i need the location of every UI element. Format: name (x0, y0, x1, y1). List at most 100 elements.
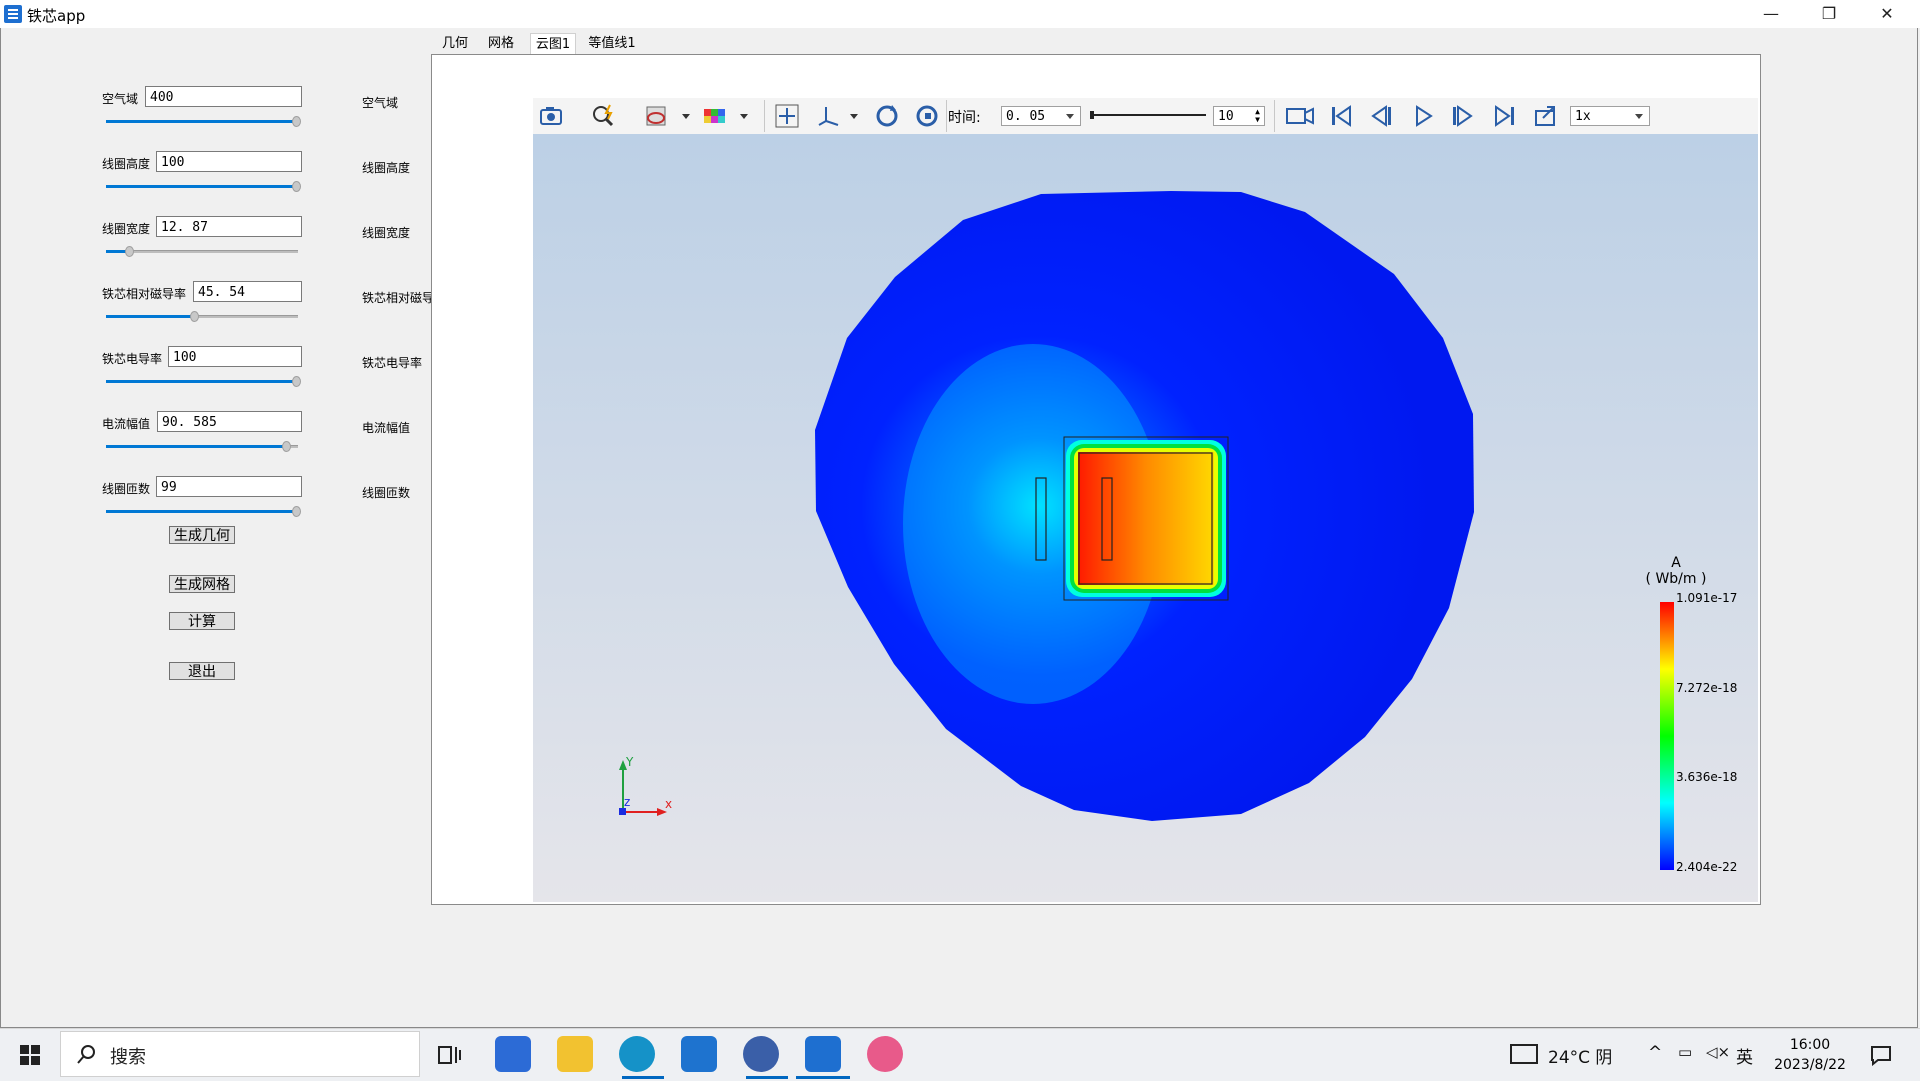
app-icon (4, 5, 22, 23)
pan-icon[interactable] (774, 103, 800, 129)
param-display-label: 空气域 (362, 96, 399, 110)
param-display-label: 线圈高度 (362, 161, 411, 175)
camera-icon[interactable] (538, 103, 564, 129)
view-options-icon[interactable] (644, 103, 670, 129)
tab-isoline[interactable]: 等值线1 (586, 33, 638, 54)
param-input[interactable]: 400 (145, 86, 302, 107)
mail-app-icon[interactable] (681, 1036, 717, 1072)
param-label: 线圈高度 (102, 157, 151, 171)
swirl-active-indicator (746, 1076, 788, 1079)
param-input[interactable]: 100 (156, 151, 302, 172)
param-display-label: 电流幅值 (362, 421, 411, 435)
color-grid-icon[interactable] (702, 103, 728, 129)
param-input[interactable]: 90. 585 (157, 411, 302, 432)
param-label: 线圈匝数 (102, 482, 151, 496)
last-frame-icon[interactable] (1492, 103, 1518, 129)
spin-arrows-icon[interactable]: ▲ ▼ (1255, 108, 1260, 124)
export-icon[interactable] (1533, 103, 1559, 129)
prev-frame-icon[interactable] (1368, 103, 1394, 129)
param-slider[interactable] (106, 311, 298, 322)
chevron-down-icon (1066, 114, 1074, 119)
toolbar-separator (764, 100, 765, 132)
axis-y-label: Y (625, 755, 634, 769)
generate-geometry-button[interactable]: 生成几何 (169, 526, 235, 544)
ime-indicator[interactable]: 英 (1736, 1043, 1753, 1068)
network-icon[interactable]: ▭ (1678, 1043, 1692, 1061)
file-explorer-icon[interactable] (557, 1036, 593, 1072)
axis-x-label: x (665, 797, 672, 811)
colorbar-tick-min: 2.404e-22 (1676, 860, 1738, 874)
param-slider[interactable] (106, 441, 298, 452)
paint-app-icon[interactable] (867, 1036, 903, 1072)
time-select-value: 0. 05 (1006, 109, 1046, 124)
compute-button[interactable]: 计算 (169, 612, 235, 630)
param-input[interactable]: 45. 54 (193, 281, 302, 302)
axis-z-label: z (624, 795, 630, 809)
speed-select[interactable]: 1x (1570, 106, 1650, 126)
param-slider[interactable] (106, 376, 302, 387)
param-input[interactable]: 100 (168, 346, 302, 367)
colorbar (1660, 602, 1674, 870)
chevron-down-icon[interactable] (682, 114, 690, 119)
tab-geometry[interactable]: 几何 (438, 33, 472, 54)
tray-chevron-up-icon[interactable]: ^ (1648, 1043, 1662, 1063)
time-label: 时间: (948, 110, 981, 126)
chevron-down-icon (1635, 114, 1643, 119)
param-slider[interactable] (106, 246, 298, 257)
notification-icon[interactable] (1870, 1044, 1892, 1070)
generate-mesh-button[interactable]: 生成网格 (169, 575, 235, 593)
task-view-icon[interactable] (438, 1044, 462, 1070)
param-slider[interactable] (106, 181, 302, 192)
param-slider-fill (106, 510, 297, 513)
tab-mesh[interactable]: 网格 (484, 33, 518, 54)
taskbar-clock[interactable]: 16:00 2023/8/22 (1770, 1035, 1850, 1075)
chevron-down-icon[interactable] (740, 114, 748, 119)
time-select[interactable]: 0. 05 (1001, 106, 1081, 126)
param-label: 电流幅值 (102, 417, 151, 431)
frame-spinbox[interactable]: 10 ▲ ▼ (1213, 106, 1265, 126)
weather-text[interactable]: 24°C 阴 (1548, 1043, 1612, 1068)
frame-slider-handle[interactable] (1090, 111, 1094, 119)
axes-icon[interactable] (816, 103, 842, 129)
param-label: 铁芯相对磁导率 (102, 287, 187, 301)
next-frame-icon[interactable] (1450, 103, 1476, 129)
iron-core (1063, 436, 1229, 601)
param-display-label: 线圈宽度 (362, 226, 411, 240)
exit-button[interactable]: 退出 (169, 662, 235, 680)
zoom-fit-icon[interactable] (590, 103, 616, 129)
param-slider[interactable] (106, 116, 302, 127)
clock-date: 2023/8/22 (1774, 1057, 1846, 1073)
restore-button[interactable]: ❐ (1800, 0, 1858, 28)
rotate-icon[interactable] (874, 103, 900, 129)
param-slider[interactable] (106, 506, 302, 517)
weather-icon[interactable] (1510, 1044, 1538, 1064)
chevron-down-icon[interactable] (850, 114, 858, 119)
param-slider-thumb[interactable] (125, 246, 135, 257)
close-button[interactable]: ✕ (1858, 0, 1916, 28)
edge-browser-icon[interactable] (619, 1036, 655, 1072)
store-app-icon[interactable] (495, 1036, 531, 1072)
taskbar-search-text: 搜索 (110, 1047, 146, 1068)
axes-triad: Y x z (619, 755, 672, 816)
play-icon[interactable] (1410, 103, 1436, 129)
first-frame-icon[interactable] (1328, 103, 1354, 129)
iron-core-app-icon[interactable] (805, 1036, 841, 1072)
param-input[interactable]: 12. 87 (156, 216, 302, 237)
app-swirl-icon[interactable] (743, 1036, 779, 1072)
minimize-button[interactable]: — (1742, 0, 1800, 28)
param-label: 空气域 (102, 92, 139, 106)
param-label: 铁芯电导率 (102, 352, 163, 366)
param-slider-fill (106, 380, 297, 383)
tab-contour-plot[interactable]: 云图1 (530, 33, 576, 55)
param-slider-fill (106, 445, 287, 448)
colorbar-tick-max: 1.091e-17 (1676, 591, 1738, 605)
param-display-label: 铁芯电导率 (362, 356, 423, 370)
reset-rotate-icon[interactable] (914, 103, 940, 129)
iron-core-active-indicator (796, 1076, 850, 1079)
record-icon[interactable] (1285, 103, 1314, 129)
start-icon[interactable] (20, 1045, 40, 1065)
volume-mute-icon[interactable]: ◁× (1706, 1043, 1730, 1061)
field-plot: Y x z : (619, 191, 1674, 870)
param-input[interactable]: 99 (156, 476, 302, 497)
frame-slider[interactable] (1090, 111, 1206, 119)
